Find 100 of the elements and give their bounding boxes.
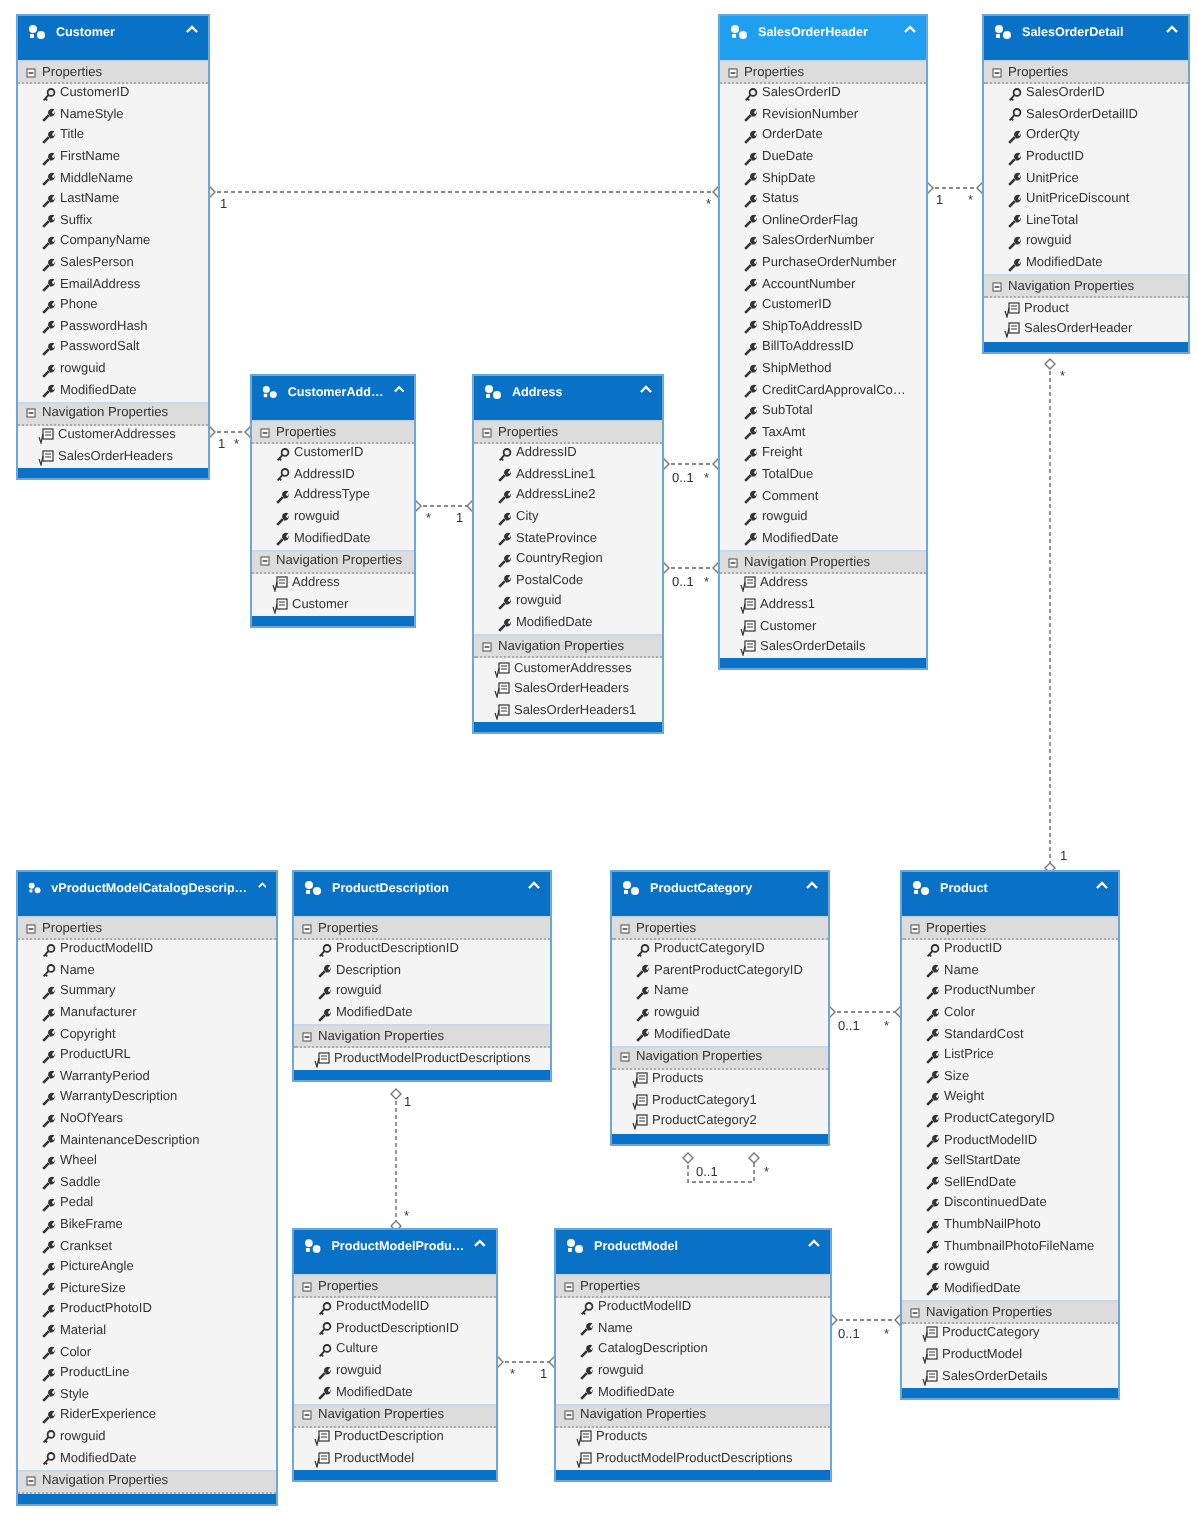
navigation-property-icon — [38, 449, 54, 466]
wrench-icon — [42, 193, 56, 208]
collapse-toggle-icon[interactable] — [564, 1410, 574, 1421]
wrench-icon — [276, 532, 290, 547]
entity-icon — [566, 1238, 584, 1254]
wrench-icon — [744, 193, 758, 208]
chevron-up-icon[interactable] — [474, 1238, 486, 1248]
navigation-property-icon — [314, 1430, 330, 1447]
wrench-icon — [926, 1197, 940, 1212]
chevron-up-icon[interactable] — [393, 384, 404, 394]
collapse-toggle-icon[interactable] — [992, 281, 1002, 292]
wrench-icon — [1008, 257, 1022, 272]
wrench-icon — [42, 1070, 56, 1085]
entity-card[interactable] — [718, 14, 928, 671]
navigation-property-icon — [632, 1114, 648, 1131]
wrench-icon — [42, 341, 56, 356]
collapse-toggle-icon[interactable] — [26, 408, 36, 419]
wrench-icon — [42, 384, 56, 399]
collapse-toggle-icon[interactable] — [728, 557, 738, 568]
navigation-property-icon — [922, 1369, 938, 1386]
wrench-icon — [42, 1409, 56, 1424]
collapse-toggle-icon[interactable] — [302, 1410, 312, 1421]
collapse-toggle-icon[interactable] — [910, 923, 920, 933]
wrench-icon — [926, 1282, 940, 1297]
collapse-toggle-icon[interactable] — [482, 641, 492, 652]
connector-line[interactable] — [682, 1152, 760, 1183]
chevron-up-icon[interactable] — [186, 24, 198, 34]
collapse-toggle-icon[interactable] — [482, 427, 492, 437]
chevron-up-icon[interactable] — [806, 880, 818, 890]
wrench-icon — [744, 363, 758, 378]
entity-icon — [28, 880, 42, 896]
key-icon — [42, 1452, 56, 1467]
key-icon — [498, 447, 512, 462]
navigation-property-icon — [494, 682, 510, 699]
collapse-toggle-icon[interactable] — [620, 923, 630, 933]
entity-icon — [730, 24, 748, 40]
key-icon — [580, 1301, 594, 1316]
wrench-icon — [42, 214, 56, 229]
wrench-icon — [926, 1113, 940, 1128]
wrench-icon — [744, 511, 758, 526]
collapse-toggle-icon[interactable] — [302, 923, 312, 933]
wrench-icon — [580, 1386, 594, 1401]
wrench-icon — [42, 1028, 56, 1043]
collapse-toggle-icon[interactable] — [302, 1281, 312, 1291]
navigation-property-icon — [740, 576, 756, 593]
wrench-icon — [1008, 214, 1022, 229]
entity-icon — [28, 24, 46, 40]
chevron-up-icon[interactable] — [808, 1238, 820, 1248]
wrench-icon — [744, 278, 758, 293]
entity-card[interactable] — [16, 14, 210, 481]
wrench-icon — [42, 299, 56, 314]
wrench-icon — [42, 1346, 56, 1361]
collapse-toggle-icon[interactable] — [992, 67, 1002, 77]
wrench-icon — [926, 1049, 940, 1064]
navigation-property-icon — [38, 428, 54, 445]
collapse-toggle-icon[interactable] — [302, 1031, 312, 1042]
wrench-icon — [42, 1134, 56, 1149]
chevron-up-icon[interactable] — [640, 384, 652, 394]
wrench-icon — [744, 384, 758, 399]
key-icon — [1008, 87, 1022, 102]
wrench-icon — [42, 108, 56, 123]
collapse-toggle-icon[interactable] — [910, 1307, 920, 1318]
entity-card[interactable] — [16, 870, 278, 1506]
wrench-icon — [42, 1219, 56, 1234]
collapse-toggle-icon[interactable] — [26, 1476, 36, 1487]
chevron-up-icon[interactable] — [904, 24, 916, 34]
chevron-up-icon[interactable] — [528, 880, 540, 890]
wrench-icon — [318, 1365, 332, 1380]
collapse-toggle-icon[interactable] — [26, 923, 36, 933]
navigation-property-icon — [272, 576, 288, 593]
wrench-icon — [926, 985, 940, 1000]
collapse-toggle-icon[interactable] — [26, 67, 36, 77]
wrench-icon — [42, 1049, 56, 1064]
entity-icon — [484, 384, 502, 400]
key-icon — [42, 87, 56, 102]
chevron-up-icon[interactable] — [1166, 24, 1178, 34]
collapse-toggle-icon[interactable] — [260, 556, 270, 567]
chevron-up-icon[interactable] — [1096, 880, 1108, 890]
wrench-icon — [42, 172, 56, 187]
wrench-icon — [498, 617, 512, 632]
navigation-property-icon — [922, 1347, 938, 1364]
wrench-icon — [744, 129, 758, 144]
collapse-toggle-icon[interactable] — [728, 67, 738, 77]
key-icon — [42, 964, 56, 979]
navigation-property-icon — [632, 1093, 648, 1110]
collapse-toggle-icon[interactable] — [260, 427, 270, 437]
wrench-icon — [926, 1070, 940, 1085]
wrench-icon — [498, 489, 512, 504]
navigation-property-icon — [632, 1072, 648, 1089]
chevron-up-icon[interactable] — [257, 880, 266, 890]
entity-icon — [994, 24, 1012, 40]
key-icon — [318, 1301, 332, 1316]
wrench-icon — [42, 1303, 56, 1318]
collapse-toggle-icon[interactable] — [620, 1052, 630, 1063]
wrench-icon — [42, 1367, 56, 1382]
key-icon — [1008, 108, 1022, 123]
wrench-icon — [636, 1028, 650, 1043]
wrench-icon — [744, 172, 758, 187]
entity-card[interactable] — [900, 870, 1120, 1400]
collapse-toggle-icon[interactable] — [564, 1281, 574, 1291]
